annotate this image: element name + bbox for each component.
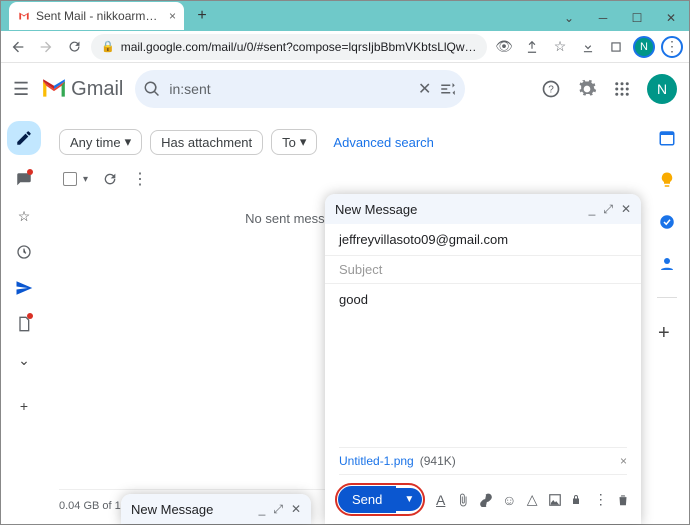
calendar-icon[interactable] xyxy=(658,129,676,147)
image-icon[interactable] xyxy=(548,493,563,507)
back-button[interactable] xyxy=(7,36,29,58)
url-text: mail.google.com/mail/u/0/#sent?compose=l… xyxy=(121,40,477,54)
search-clear-icon[interactable]: ✕ xyxy=(418,79,431,99)
keep-icon[interactable] xyxy=(658,171,676,189)
more-icon[interactable]: ⌄ xyxy=(13,349,35,371)
starred-icon[interactable]: ☆ xyxy=(13,205,35,227)
compose-close-icon[interactable]: ✕ xyxy=(621,202,631,217)
apps-icon[interactable] xyxy=(613,80,631,98)
compose-button[interactable] xyxy=(7,121,41,155)
select-dropdown-icon[interactable]: ▾ xyxy=(83,174,88,185)
lock-icon: 🔒 xyxy=(101,40,115,53)
download-icon[interactable] xyxy=(577,36,599,58)
search-options-icon[interactable] xyxy=(439,80,457,98)
mole-minimize-icon[interactable]: _ xyxy=(259,502,266,517)
refresh-icon[interactable] xyxy=(102,171,118,187)
gmail-logo[interactable]: Gmail xyxy=(41,78,123,101)
forward-button[interactable] xyxy=(35,36,57,58)
maximize-window-icon[interactable]: ☐ xyxy=(629,11,645,25)
support-icon[interactable]: ? xyxy=(541,79,561,99)
compose-title: New Message xyxy=(335,202,417,217)
formatting-icon[interactable]: A xyxy=(433,492,448,508)
close-tab-icon[interactable]: × xyxy=(169,9,176,23)
gmail-header: ☰ Gmail in:sent ✕ ? xyxy=(1,63,689,115)
filter-has-attachment[interactable]: Has attachment xyxy=(150,130,263,155)
mole-close-icon[interactable]: ✕ xyxy=(291,502,301,517)
tab-title: Sent Mail - nikkoarma123@gma... xyxy=(36,9,164,23)
drive-icon[interactable]: △ xyxy=(525,491,540,508)
compose-minimize-icon[interactable]: _ xyxy=(589,202,596,217)
attachment-size: (941K) xyxy=(420,454,456,468)
compose-expand-icon[interactable]: ⤢ xyxy=(603,202,613,217)
dropdown-window-icon[interactable]: ⌄ xyxy=(561,11,577,25)
gmail-wordmark: Gmail xyxy=(71,78,123,101)
bookmark-icon[interactable]: ☆ xyxy=(549,36,571,58)
compose-mole-minimized[interactable]: New Message _ ⤢ ✕ xyxy=(121,494,311,524)
subject-field[interactable]: Subject xyxy=(325,256,641,284)
filter-anytime[interactable]: Any time▾ xyxy=(59,129,142,155)
close-window-icon[interactable]: ✕ xyxy=(663,11,679,25)
compose-mole: New Message _ ⤢ ✕ jeffreyvillasoto09@gma… xyxy=(325,194,641,524)
emoji-icon[interactable]: ☺ xyxy=(502,492,517,508)
share-icon[interactable] xyxy=(521,36,543,58)
inbox-icon[interactable] xyxy=(13,169,35,191)
to-field[interactable]: jeffreyvillasoto09@gmail.com xyxy=(325,224,641,256)
eye-icon[interactable]: 👁 xyxy=(493,36,515,58)
search-bar[interactable]: in:sent ✕ xyxy=(135,70,465,108)
more-actions-icon[interactable]: ⋮ xyxy=(132,169,148,189)
attachment-remove-icon[interactable]: × xyxy=(620,454,627,468)
search-input[interactable]: in:sent xyxy=(169,81,410,97)
send-button[interactable]: Send xyxy=(338,486,396,513)
address-bar[interactable]: 🔒 mail.google.com/mail/u/0/#sent?compose… xyxy=(91,34,487,60)
compose-header[interactable]: New Message _ ⤢ ✕ xyxy=(325,194,641,224)
select-all-checkbox[interactable] xyxy=(63,172,77,186)
attach-icon[interactable] xyxy=(456,493,471,507)
browser-toolbar: 🔒 mail.google.com/mail/u/0/#sent?compose… xyxy=(1,31,689,63)
advanced-search-link[interactable]: Advanced search xyxy=(333,135,433,150)
minimize-window-icon[interactable]: ─ xyxy=(595,11,611,25)
tasks-icon[interactable] xyxy=(658,213,676,231)
discard-icon[interactable] xyxy=(616,493,631,507)
new-label-icon[interactable]: + xyxy=(13,395,35,417)
mole-title: New Message xyxy=(131,502,213,517)
browser-titlebar: Sent Mail - nikkoarma123@gma... × + ⌄ ─ … xyxy=(1,1,689,31)
gmail-favicon xyxy=(17,9,31,23)
attachment-chip[interactable]: Untitled-1.png (941K) × xyxy=(339,447,627,475)
svg-text:?: ? xyxy=(548,84,554,95)
sent-icon[interactable] xyxy=(13,277,35,299)
drafts-icon[interactable] xyxy=(13,313,35,335)
addons-plus-icon[interactable]: + xyxy=(658,322,676,340)
hamburger-icon[interactable]: ☰ xyxy=(13,79,29,100)
contacts-icon[interactable] xyxy=(658,255,676,273)
mole-expand-icon[interactable]: ⤢ xyxy=(273,502,283,517)
extensions-icon[interactable] xyxy=(605,36,627,58)
account-avatar[interactable]: N xyxy=(647,74,677,104)
snoozed-icon[interactable] xyxy=(13,241,35,263)
link-icon[interactable] xyxy=(479,493,494,507)
settings-icon[interactable] xyxy=(577,79,597,99)
left-rail: ☆ ⌄ + xyxy=(1,115,47,524)
profile-avatar[interactable]: N xyxy=(633,36,655,58)
send-options-button[interactable]: ▼ xyxy=(396,488,422,511)
reload-button[interactable] xyxy=(63,36,85,58)
attachment-name: Untitled-1.png xyxy=(339,454,414,468)
search-icon[interactable] xyxy=(143,80,161,98)
browser-menu-icon[interactable]: ⋮ xyxy=(661,36,683,58)
browser-tab[interactable]: Sent Mail - nikkoarma123@gma... × xyxy=(9,2,184,30)
confidential-icon[interactable] xyxy=(570,493,585,507)
more-tools-icon[interactable]: ⋮ xyxy=(593,491,608,508)
new-tab-button[interactable]: + xyxy=(190,4,214,28)
body-field[interactable]: good xyxy=(325,284,641,447)
send-button-highlight: Send ▼ xyxy=(335,483,425,516)
side-panel: + xyxy=(645,119,689,340)
filter-to[interactable]: To▾ xyxy=(271,129,317,155)
